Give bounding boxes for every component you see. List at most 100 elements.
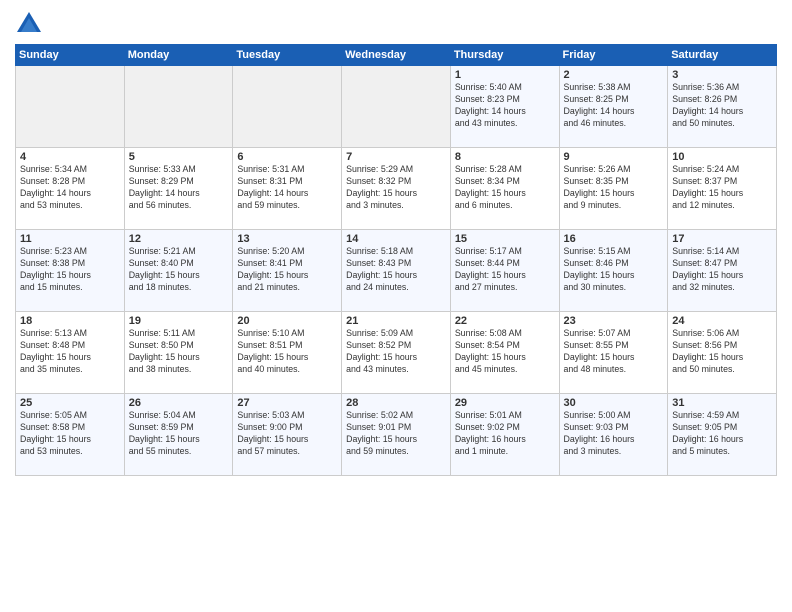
day-number: 2 xyxy=(564,69,664,81)
day-number: 1 xyxy=(455,69,555,81)
day-cell xyxy=(233,66,342,148)
day-info: Sunrise: 5:40 AMSunset: 8:23 PMDaylight:… xyxy=(455,82,555,130)
week-row-5: 25Sunrise: 5:05 AMSunset: 8:58 PMDayligh… xyxy=(16,394,777,476)
day-info: Sunrise: 5:36 AMSunset: 8:26 PMDaylight:… xyxy=(672,82,772,130)
day-cell: 18Sunrise: 5:13 AMSunset: 8:48 PMDayligh… xyxy=(16,312,125,394)
day-number: 20 xyxy=(237,315,337,327)
day-cell: 12Sunrise: 5:21 AMSunset: 8:40 PMDayligh… xyxy=(124,230,233,312)
day-number: 25 xyxy=(20,397,120,409)
day-number: 5 xyxy=(129,151,229,163)
day-info: Sunrise: 5:03 AMSunset: 9:00 PMDaylight:… xyxy=(237,410,337,458)
day-info: Sunrise: 5:34 AMSunset: 8:28 PMDaylight:… xyxy=(20,164,120,212)
day-cell xyxy=(124,66,233,148)
day-number: 6 xyxy=(237,151,337,163)
day-number: 13 xyxy=(237,233,337,245)
day-number: 27 xyxy=(237,397,337,409)
day-cell: 4Sunrise: 5:34 AMSunset: 8:28 PMDaylight… xyxy=(16,148,125,230)
day-number: 9 xyxy=(564,151,664,163)
day-cell: 25Sunrise: 5:05 AMSunset: 8:58 PMDayligh… xyxy=(16,394,125,476)
day-cell: 7Sunrise: 5:29 AMSunset: 8:32 PMDaylight… xyxy=(342,148,451,230)
day-info: Sunrise: 5:05 AMSunset: 8:58 PMDaylight:… xyxy=(20,410,120,458)
day-cell: 11Sunrise: 5:23 AMSunset: 8:38 PMDayligh… xyxy=(16,230,125,312)
day-number: 16 xyxy=(564,233,664,245)
day-cell xyxy=(342,66,451,148)
day-info: Sunrise: 5:21 AMSunset: 8:40 PMDaylight:… xyxy=(129,246,229,294)
day-header-thursday: Thursday xyxy=(450,45,559,66)
day-cell: 1Sunrise: 5:40 AMSunset: 8:23 PMDaylight… xyxy=(450,66,559,148)
day-number: 14 xyxy=(346,233,446,245)
day-cell: 2Sunrise: 5:38 AMSunset: 8:25 PMDaylight… xyxy=(559,66,668,148)
day-number: 23 xyxy=(564,315,664,327)
header xyxy=(15,10,777,38)
day-info: Sunrise: 5:10 AMSunset: 8:51 PMDaylight:… xyxy=(237,328,337,376)
day-info: Sunrise: 5:02 AMSunset: 9:01 PMDaylight:… xyxy=(346,410,446,458)
header-row: SundayMondayTuesdayWednesdayThursdayFrid… xyxy=(16,45,777,66)
day-info: Sunrise: 5:33 AMSunset: 8:29 PMDaylight:… xyxy=(129,164,229,212)
day-number: 26 xyxy=(129,397,229,409)
day-cell: 10Sunrise: 5:24 AMSunset: 8:37 PMDayligh… xyxy=(668,148,777,230)
day-cell: 31Sunrise: 4:59 AMSunset: 9:05 PMDayligh… xyxy=(668,394,777,476)
day-number: 22 xyxy=(455,315,555,327)
calendar-body: 1Sunrise: 5:40 AMSunset: 8:23 PMDaylight… xyxy=(16,66,777,476)
day-number: 15 xyxy=(455,233,555,245)
day-info: Sunrise: 5:07 AMSunset: 8:55 PMDaylight:… xyxy=(564,328,664,376)
day-info: Sunrise: 5:06 AMSunset: 8:56 PMDaylight:… xyxy=(672,328,772,376)
calendar: SundayMondayTuesdayWednesdayThursdayFrid… xyxy=(15,44,777,476)
day-info: Sunrise: 5:01 AMSunset: 9:02 PMDaylight:… xyxy=(455,410,555,458)
day-number: 24 xyxy=(672,315,772,327)
week-row-1: 1Sunrise: 5:40 AMSunset: 8:23 PMDaylight… xyxy=(16,66,777,148)
day-number: 8 xyxy=(455,151,555,163)
day-cell: 24Sunrise: 5:06 AMSunset: 8:56 PMDayligh… xyxy=(668,312,777,394)
day-cell: 30Sunrise: 5:00 AMSunset: 9:03 PMDayligh… xyxy=(559,394,668,476)
day-info: Sunrise: 5:20 AMSunset: 8:41 PMDaylight:… xyxy=(237,246,337,294)
week-row-2: 4Sunrise: 5:34 AMSunset: 8:28 PMDaylight… xyxy=(16,148,777,230)
day-number: 3 xyxy=(672,69,772,81)
day-cell: 17Sunrise: 5:14 AMSunset: 8:47 PMDayligh… xyxy=(668,230,777,312)
day-number: 31 xyxy=(672,397,772,409)
day-cell: 3Sunrise: 5:36 AMSunset: 8:26 PMDaylight… xyxy=(668,66,777,148)
day-cell: 23Sunrise: 5:07 AMSunset: 8:55 PMDayligh… xyxy=(559,312,668,394)
day-cell: 8Sunrise: 5:28 AMSunset: 8:34 PMDaylight… xyxy=(450,148,559,230)
day-number: 17 xyxy=(672,233,772,245)
day-cell xyxy=(16,66,125,148)
day-info: Sunrise: 5:09 AMSunset: 8:52 PMDaylight:… xyxy=(346,328,446,376)
logo-icon xyxy=(15,10,43,38)
day-number: 19 xyxy=(129,315,229,327)
day-cell: 20Sunrise: 5:10 AMSunset: 8:51 PMDayligh… xyxy=(233,312,342,394)
day-info: Sunrise: 5:17 AMSunset: 8:44 PMDaylight:… xyxy=(455,246,555,294)
day-info: Sunrise: 5:13 AMSunset: 8:48 PMDaylight:… xyxy=(20,328,120,376)
day-info: Sunrise: 5:29 AMSunset: 8:32 PMDaylight:… xyxy=(346,164,446,212)
day-cell: 5Sunrise: 5:33 AMSunset: 8:29 PMDaylight… xyxy=(124,148,233,230)
day-info: Sunrise: 5:38 AMSunset: 8:25 PMDaylight:… xyxy=(564,82,664,130)
day-cell: 9Sunrise: 5:26 AMSunset: 8:35 PMDaylight… xyxy=(559,148,668,230)
day-cell: 21Sunrise: 5:09 AMSunset: 8:52 PMDayligh… xyxy=(342,312,451,394)
day-cell: 6Sunrise: 5:31 AMSunset: 8:31 PMDaylight… xyxy=(233,148,342,230)
day-info: Sunrise: 5:04 AMSunset: 8:59 PMDaylight:… xyxy=(129,410,229,458)
day-info: Sunrise: 5:28 AMSunset: 8:34 PMDaylight:… xyxy=(455,164,555,212)
day-info: Sunrise: 5:00 AMSunset: 9:03 PMDaylight:… xyxy=(564,410,664,458)
day-cell: 13Sunrise: 5:20 AMSunset: 8:41 PMDayligh… xyxy=(233,230,342,312)
day-number: 10 xyxy=(672,151,772,163)
page: SundayMondayTuesdayWednesdayThursdayFrid… xyxy=(0,0,792,612)
day-info: Sunrise: 5:23 AMSunset: 8:38 PMDaylight:… xyxy=(20,246,120,294)
day-info: Sunrise: 5:11 AMSunset: 8:50 PMDaylight:… xyxy=(129,328,229,376)
day-number: 12 xyxy=(129,233,229,245)
day-number: 30 xyxy=(564,397,664,409)
day-number: 29 xyxy=(455,397,555,409)
day-cell: 28Sunrise: 5:02 AMSunset: 9:01 PMDayligh… xyxy=(342,394,451,476)
day-header-saturday: Saturday xyxy=(668,45,777,66)
day-cell: 14Sunrise: 5:18 AMSunset: 8:43 PMDayligh… xyxy=(342,230,451,312)
day-cell: 26Sunrise: 5:04 AMSunset: 8:59 PMDayligh… xyxy=(124,394,233,476)
day-info: Sunrise: 5:15 AMSunset: 8:46 PMDaylight:… xyxy=(564,246,664,294)
calendar-header: SundayMondayTuesdayWednesdayThursdayFrid… xyxy=(16,45,777,66)
day-header-wednesday: Wednesday xyxy=(342,45,451,66)
day-info: Sunrise: 5:31 AMSunset: 8:31 PMDaylight:… xyxy=(237,164,337,212)
day-header-monday: Monday xyxy=(124,45,233,66)
day-cell: 15Sunrise: 5:17 AMSunset: 8:44 PMDayligh… xyxy=(450,230,559,312)
day-info: Sunrise: 5:18 AMSunset: 8:43 PMDaylight:… xyxy=(346,246,446,294)
day-number: 11 xyxy=(20,233,120,245)
day-info: Sunrise: 5:14 AMSunset: 8:47 PMDaylight:… xyxy=(672,246,772,294)
week-row-3: 11Sunrise: 5:23 AMSunset: 8:38 PMDayligh… xyxy=(16,230,777,312)
day-cell: 16Sunrise: 5:15 AMSunset: 8:46 PMDayligh… xyxy=(559,230,668,312)
day-header-friday: Friday xyxy=(559,45,668,66)
